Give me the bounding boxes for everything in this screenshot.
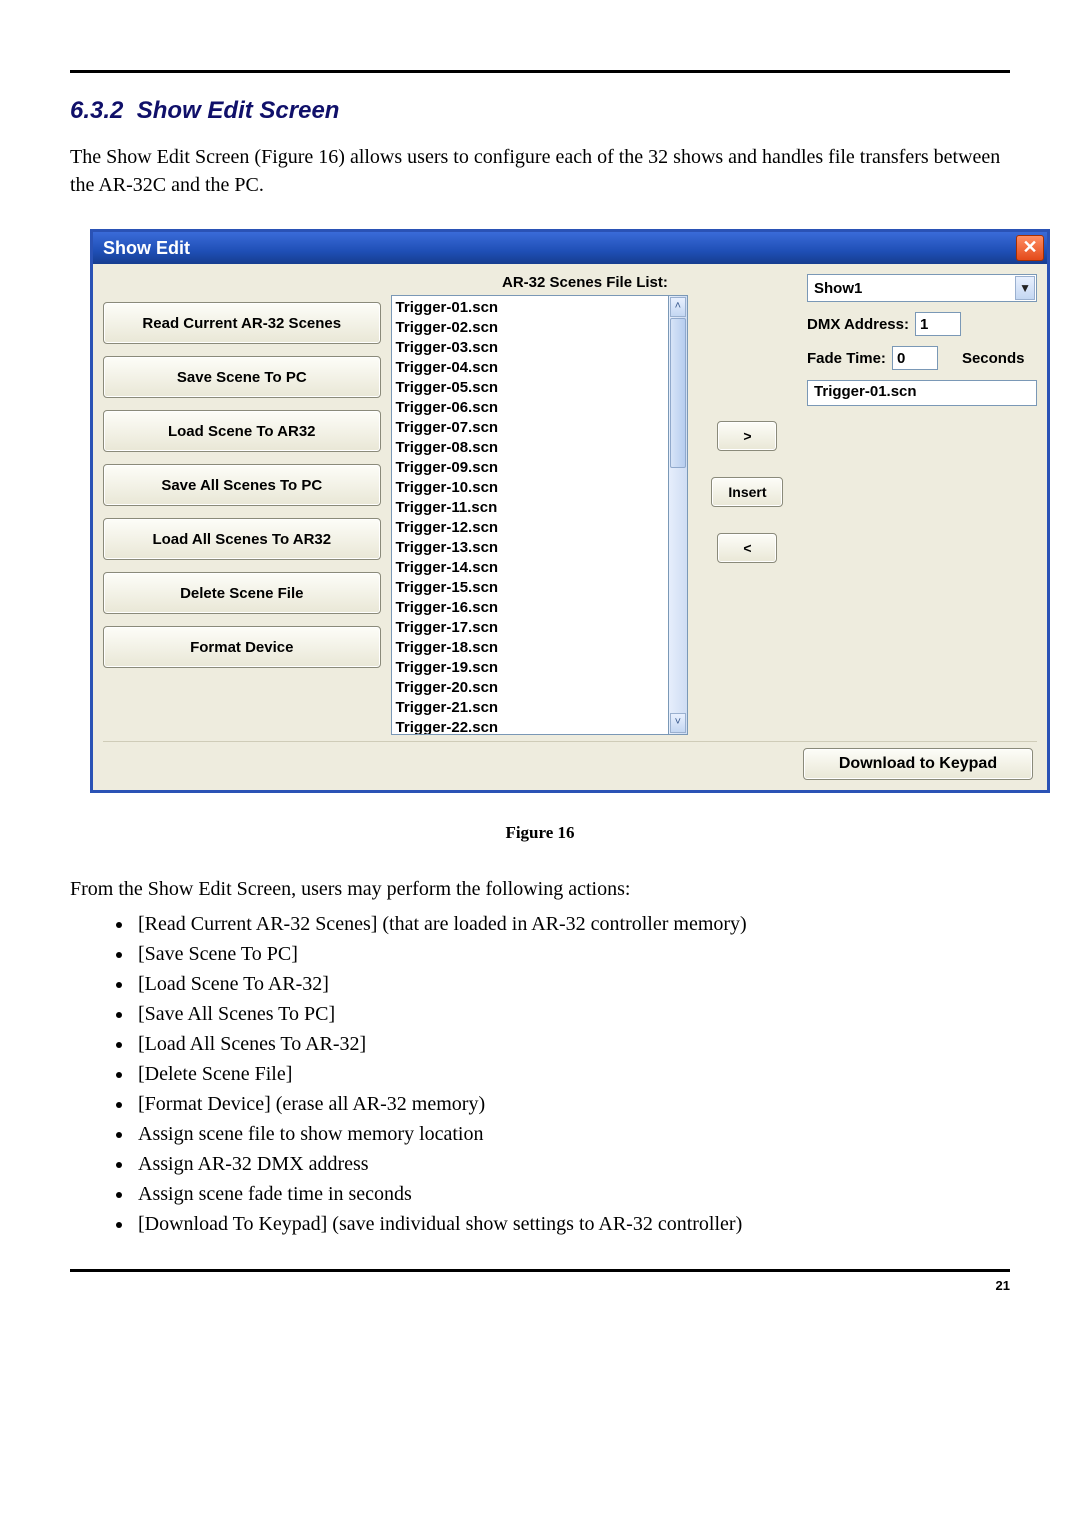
list-item[interactable]: Trigger-06.scn (396, 398, 668, 418)
remove-from-show-button[interactable]: < (717, 533, 777, 563)
list-item[interactable]: Trigger-04.scn (396, 358, 668, 378)
scenes-list-label: AR-32 Scenes File List: (391, 274, 688, 295)
save-all-scenes-to-pc-button[interactable]: Save All Scenes To PC (103, 464, 381, 506)
download-to-keypad-button[interactable]: Download to Keypad (803, 748, 1033, 780)
actions-list: [Read Current AR-32 Scenes] (that are lo… (70, 909, 1010, 1239)
list-item: Assign scene fade time in seconds (134, 1179, 1010, 1209)
dialog-footer: Download to Keypad (103, 741, 1037, 784)
fade-time-unit: Seconds (962, 350, 1025, 367)
list-item[interactable]: Trigger-14.scn (396, 558, 668, 578)
list-item: [Load All Scenes To AR-32] (134, 1029, 1010, 1059)
list-item[interactable]: Trigger-05.scn (396, 378, 668, 398)
scroll-thumb[interactable] (670, 318, 686, 468)
list-item: Assign AR-32 DMX address (134, 1149, 1010, 1179)
list-item[interactable]: Trigger-03.scn (396, 338, 668, 358)
list-item: [Download To Keypad] (save individual sh… (134, 1209, 1010, 1239)
close-icon[interactable]: ✕ (1016, 235, 1044, 261)
list-item[interactable]: Trigger-07.scn (396, 418, 668, 438)
assigned-scene-field[interactable]: Trigger-01.scn (807, 380, 1037, 406)
scenes-list-column: AR-32 Scenes File List: Trigger-01.scn T… (391, 274, 688, 735)
list-item: Assign scene file to show memory locatio… (134, 1119, 1010, 1149)
list-item: [Load Scene To AR-32] (134, 969, 1010, 999)
list-item[interactable]: Trigger-21.scn (396, 698, 668, 718)
list-item[interactable]: Trigger-01.scn (396, 298, 668, 318)
save-scene-to-pc-button[interactable]: Save Scene To PC (103, 356, 381, 398)
list-item[interactable]: Trigger-17.scn (396, 618, 668, 638)
window-title: Show Edit (103, 238, 190, 259)
list-item[interactable]: Trigger-11.scn (396, 498, 668, 518)
list-item[interactable]: Trigger-13.scn (396, 538, 668, 558)
show-settings-column: Show1 ▼ DMX Address: Fade Time: Seconds (807, 274, 1037, 735)
read-current-scenes-button[interactable]: Read Current AR-32 Scenes (103, 302, 381, 344)
list-item[interactable]: Trigger-15.scn (396, 578, 668, 598)
transfer-buttons: > Insert < (698, 362, 797, 622)
insert-button[interactable]: Insert (711, 477, 783, 507)
list-item[interactable]: Trigger-12.scn (396, 518, 668, 538)
list-item[interactable]: Trigger-10.scn (396, 478, 668, 498)
left-button-column: Read Current AR-32 Scenes Save Scene To … (103, 274, 381, 735)
fade-time-row: Fade Time: Seconds (807, 346, 1037, 370)
list-item[interactable]: Trigger-08.scn (396, 438, 668, 458)
add-to-show-button[interactable]: > (717, 421, 777, 451)
show-select[interactable]: Show1 ▼ (807, 274, 1037, 302)
show-select-value: Show1 (814, 280, 862, 297)
dialog-body: Read Current AR-32 Scenes Save Scene To … (93, 264, 1047, 790)
list-item[interactable]: Trigger-18.scn (396, 638, 668, 658)
fade-time-input[interactable] (892, 346, 938, 370)
list-item: [Save Scene To PC] (134, 939, 1010, 969)
top-rule (70, 70, 1010, 73)
section-title-text: Show Edit Screen (137, 97, 340, 124)
dmx-address-input[interactable] (915, 312, 961, 336)
load-all-scenes-to-ar32-button[interactable]: Load All Scenes To AR32 (103, 518, 381, 560)
section-number: 6.3.2 (70, 97, 123, 124)
chevron-down-icon[interactable]: ▼ (1015, 276, 1035, 300)
intro-paragraph: The Show Edit Screen (Figure 16) allows … (70, 143, 1010, 199)
scenes-file-list[interactable]: Trigger-01.scn Trigger-02.scn Trigger-03… (391, 295, 668, 735)
list-item[interactable]: Trigger-20.scn (396, 678, 668, 698)
status-bar (107, 748, 803, 780)
section-heading: 6.3.2 Show Edit Screen (70, 97, 1010, 125)
figure-16: Show Edit ✕ Read Current AR-32 Scenes Sa… (90, 229, 1010, 793)
scrollbar[interactable]: ˄ ˅ (668, 295, 688, 735)
fade-time-label: Fade Time: (807, 350, 886, 367)
page-number: 21 (70, 1272, 1010, 1293)
actions-intro: From the Show Edit Screen, users may per… (70, 875, 1010, 903)
list-item: [Format Device] (erase all AR-32 memory) (134, 1089, 1010, 1119)
list-item: [Save All Scenes To PC] (134, 999, 1010, 1029)
format-device-button[interactable]: Format Device (103, 626, 381, 668)
dmx-address-label: DMX Address: (807, 316, 909, 333)
delete-scene-file-button[interactable]: Delete Scene File (103, 572, 381, 614)
load-scene-to-ar32-button[interactable]: Load Scene To AR32 (103, 410, 381, 452)
show-edit-dialog: Show Edit ✕ Read Current AR-32 Scenes Sa… (90, 229, 1050, 793)
list-item[interactable]: Trigger-09.scn (396, 458, 668, 478)
list-item[interactable]: Trigger-19.scn (396, 658, 668, 678)
scroll-up-icon[interactable]: ˄ (670, 297, 686, 317)
figure-caption: Figure 16 (70, 823, 1010, 843)
list-item: [Delete Scene File] (134, 1059, 1010, 1089)
titlebar: Show Edit ✕ (93, 232, 1047, 264)
list-item[interactable]: Trigger-16.scn (396, 598, 668, 618)
scroll-down-icon[interactable]: ˅ (670, 713, 686, 733)
dmx-address-row: DMX Address: (807, 312, 1037, 336)
list-item[interactable]: Trigger-22.scn (396, 718, 668, 735)
list-item[interactable]: Trigger-02.scn (396, 318, 668, 338)
scroll-track[interactable] (669, 318, 687, 712)
list-item: [Read Current AR-32 Scenes] (that are lo… (134, 909, 1010, 939)
